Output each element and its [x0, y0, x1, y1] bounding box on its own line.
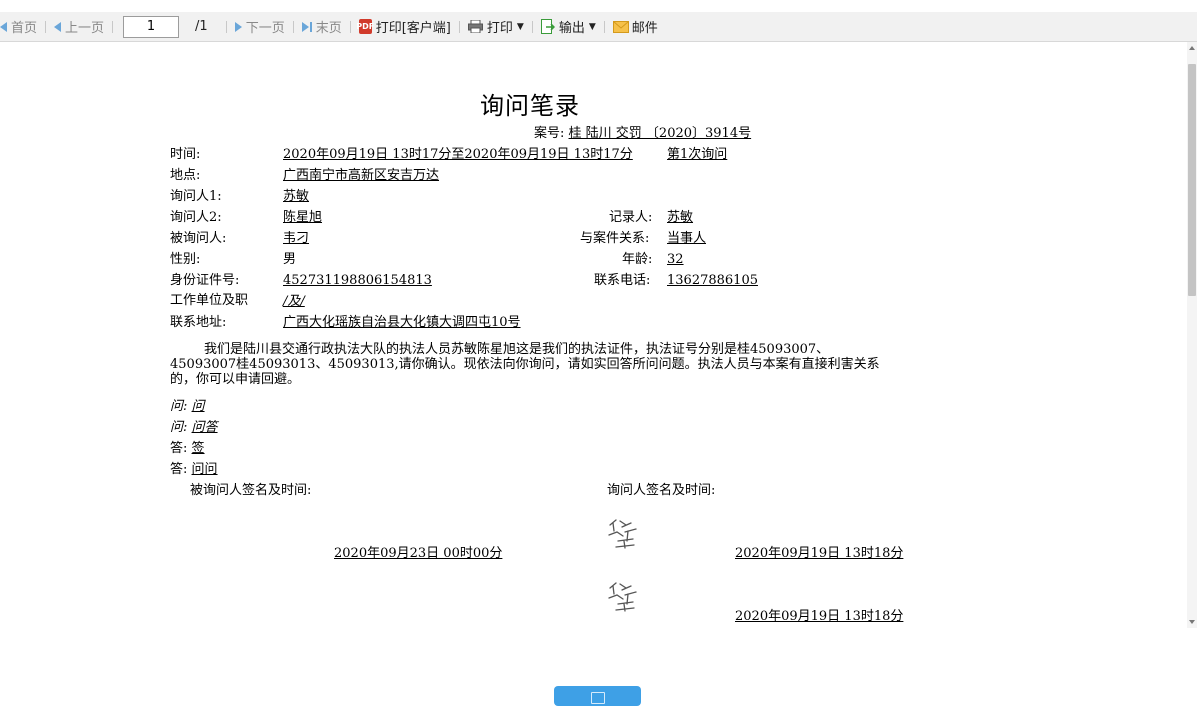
answer-text: 问问: [191, 462, 218, 477]
inquiree-signature-label: 被询问人签名及时间:: [190, 483, 312, 498]
print-button[interactable]: 打印 ▼: [464, 17, 528, 36]
last-page-bar-icon: [309, 21, 312, 32]
inquirer2-label: 询问人2:: [170, 210, 222, 225]
page-number-input[interactable]: [123, 15, 180, 38]
gender-value: 男: [283, 252, 297, 267]
print-client-label: 打印[客户端]: [375, 21, 451, 36]
printer-icon: [467, 20, 483, 33]
answer-label: 答:: [170, 441, 188, 456]
phone-label: 联系电话:: [594, 273, 651, 288]
first-page-button[interactable]: 首页: [0, 17, 41, 36]
recorder-value: 苏敏: [667, 210, 694, 225]
inquirer-signature-date-1: 2020年09月19日 13时18分: [735, 546, 904, 561]
address-value: 广西大化瑶族自治县大化镇大调四屯10号: [283, 315, 521, 330]
answer-2: 答: 问问: [170, 462, 218, 478]
answer-label: 答:: [170, 462, 188, 477]
inquirer1-value: 苏敏: [283, 189, 310, 204]
inquiree-signature-date: 2020年09月23日 00时00分: [334, 546, 503, 561]
question-text: 问: [191, 399, 205, 414]
case-number-row: 案号: 桂 陆川 交罚 〔2020〕3914号: [534, 126, 751, 142]
chevron-down-icon: ▼: [516, 21, 524, 32]
inquirer-signature-label: 询问人签名及时间:: [607, 483, 716, 498]
prev-page-button[interactable]: 上一页: [50, 17, 108, 36]
id-label: 身份证件号:: [170, 273, 240, 288]
question-2: 问: 问答: [170, 420, 218, 436]
relation-label: 与案件关系:: [580, 231, 650, 246]
answer-1: 答: 签: [170, 441, 205, 457]
scroll-up-icon[interactable]: [1189, 46, 1195, 50]
first-page-icon: [0, 21, 7, 32]
address-label: 联系地址:: [170, 315, 227, 330]
first-page-label: 首页: [11, 21, 38, 36]
time-value: 2020年09月19日 13时17分至2020年09月19日 13时17分: [283, 147, 633, 162]
question-label: 问:: [170, 420, 188, 435]
last-page-icon: [301, 21, 309, 32]
session-value: 第1次询问: [667, 147, 728, 162]
phone-value: 13627886105: [667, 273, 758, 288]
toolbar-divider: [225, 20, 227, 33]
save-icon: [590, 692, 605, 704]
place-label: 地点:: [170, 168, 201, 183]
mail-label: 邮件: [631, 21, 658, 36]
gender-label: 性别:: [170, 252, 201, 267]
export-label: 输出: [558, 21, 585, 36]
toolbar-divider: [112, 20, 114, 33]
inquiree-label: 被询问人:: [170, 231, 227, 246]
toolbar-divider: [45, 20, 47, 33]
case-label: 案号:: [534, 126, 565, 141]
handwritten-signature-image: [608, 519, 637, 549]
place-value: 广西南宁市高新区安吉万达: [283, 168, 440, 183]
recorder-label: 记录人:: [609, 210, 653, 225]
work-label: 工作单位及职: [170, 293, 249, 308]
vertical-scrollbar[interactable]: [1187, 42, 1197, 628]
scroll-down-icon[interactable]: [1189, 620, 1195, 624]
answer-text: 签: [191, 441, 205, 456]
statement-paragraph: 我们是陆川县交通行政执法大队的执法人员苏敏陈星旭这是我们的执法证件，执法证号分别…: [170, 342, 895, 387]
prev-page-icon: [54, 21, 62, 32]
mail-icon: [612, 20, 629, 33]
age-label: 年龄:: [622, 252, 653, 267]
inquirer1-label: 询问人1:: [170, 189, 222, 204]
report-page: 询问笔录 案号: 桂 陆川 交罚 〔2020〕3914号 时间: 2020年09…: [0, 42, 1186, 700]
next-page-button[interactable]: 下一页: [231, 17, 289, 36]
toolbar-divider: [458, 20, 460, 33]
page-total: /1: [185, 19, 222, 34]
next-page-icon: [234, 21, 242, 32]
chevron-down-icon: ▼: [588, 21, 596, 32]
floating-action-button[interactable]: [554, 686, 641, 706]
prev-page-label: 上一页: [65, 21, 105, 36]
toolbar-divider: [292, 20, 294, 33]
print-label: 打印: [486, 21, 513, 36]
inquirer-signature-date-2: 2020年09月19日 13时18分: [735, 609, 904, 624]
question-label: 问:: [170, 399, 188, 414]
document-title: 询问笔录: [480, 92, 580, 120]
work-value: /及/: [283, 294, 305, 309]
last-page-button[interactable]: 末页: [298, 17, 346, 36]
next-page-label: 下一页: [245, 21, 285, 36]
age-value: 32: [667, 252, 684, 267]
case-number: 桂 陆川 交罚 〔2020〕3914号: [568, 126, 752, 141]
export-icon: [540, 19, 555, 34]
toolbar-divider: [531, 20, 533, 33]
toolbar-divider: [349, 20, 351, 33]
inquirer2-value: 陈星旭: [283, 210, 323, 225]
question-text: 问答: [191, 420, 218, 435]
statement-text: 我们是陆川县交通行政执法大队的执法人员苏敏陈星旭这是我们的执法证件，执法证号分别…: [170, 342, 880, 387]
relation-value: 当事人: [667, 231, 707, 246]
toolbar-divider: [603, 20, 605, 33]
question-1: 问: 问: [170, 399, 205, 415]
handwritten-signature-image: [608, 582, 637, 612]
mail-button[interactable]: 邮件: [609, 17, 662, 36]
last-page-label: 末页: [315, 21, 342, 36]
export-button[interactable]: 输出 ▼: [537, 17, 600, 36]
report-toolbar: 首页 上一页 /1 下一页 末页 PDF 打印[客户端] 打印 ▼: [0, 12, 1197, 42]
scroll-thumb[interactable]: [1188, 64, 1196, 296]
print-client-button[interactable]: PDF 打印[客户端]: [355, 17, 455, 36]
pdf-icon: PDF: [356, 19, 374, 34]
inquiree-value: 韦刁: [283, 231, 310, 246]
page-total-label: /1: [195, 19, 208, 34]
id-value: 452731198806154813: [283, 273, 432, 288]
time-label: 时间:: [170, 147, 201, 162]
